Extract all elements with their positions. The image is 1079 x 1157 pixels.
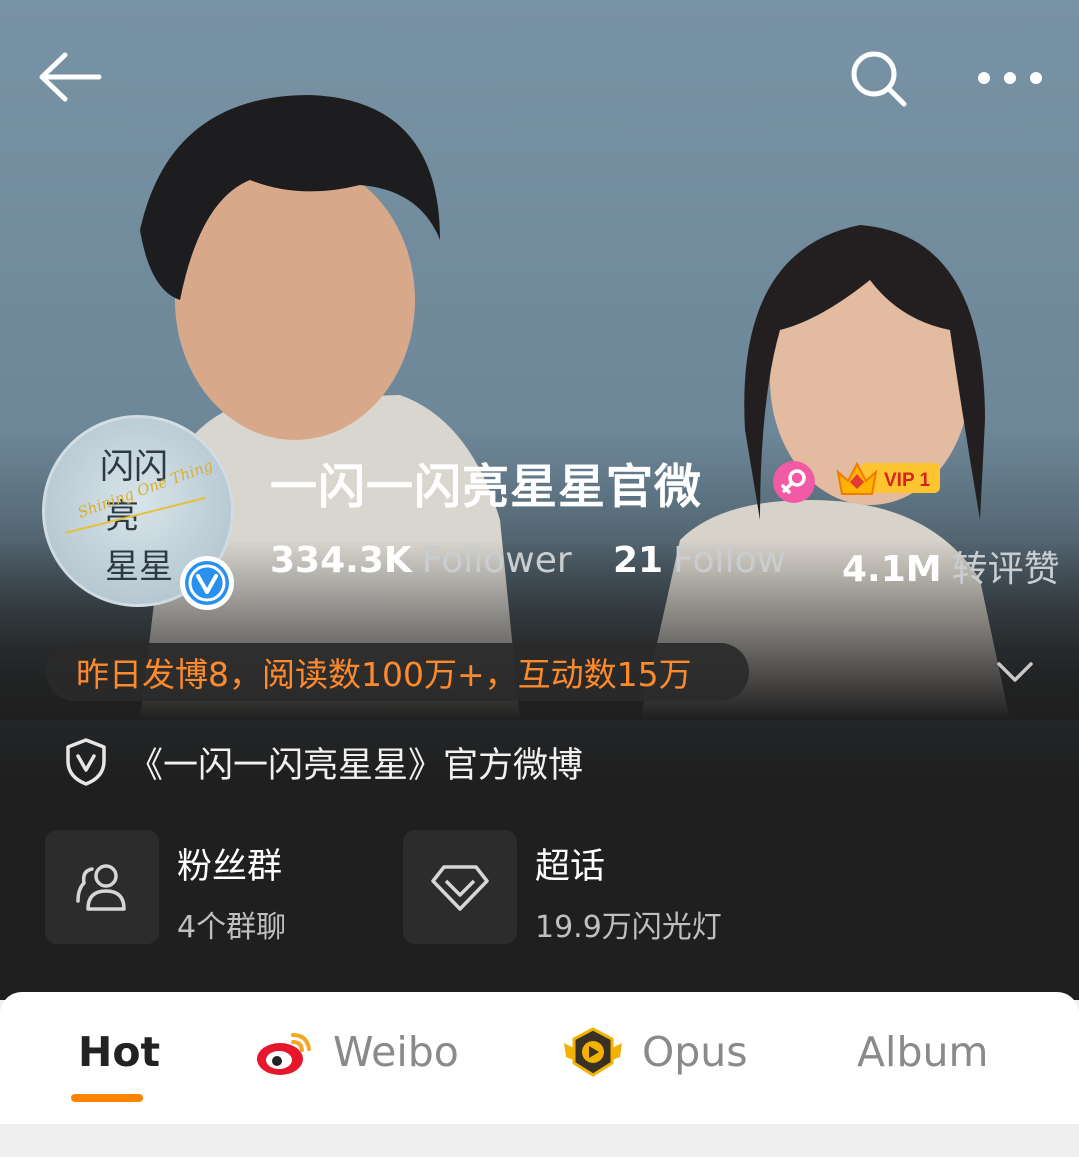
super-topic-subtitle: 19.9万闪光灯 bbox=[535, 910, 722, 945]
following-count: 21 bbox=[613, 540, 664, 581]
active-tab-indicator bbox=[71, 1094, 143, 1102]
fan-group-title: 粉丝群 bbox=[177, 847, 283, 887]
tab-weibo-label: Weibo bbox=[333, 1028, 459, 1076]
fan-group-card[interactable]: 粉丝群 4个群聊 bbox=[45, 830, 365, 946]
activity-banner[interactable]: 昨日发博8，阅读数100万+，互动数15万 bbox=[46, 643, 749, 701]
verified-v-icon bbox=[185, 561, 229, 605]
svg-text:VIP 1: VIP 1 bbox=[884, 470, 931, 491]
interactions-stat[interactable]: 4.1M 转评赞 bbox=[842, 540, 1060, 592]
tab-opus[interactable]: Opus bbox=[562, 1022, 748, 1082]
followers-stat[interactable]: 334.3K Follower bbox=[270, 540, 572, 581]
diamond-icon bbox=[431, 865, 489, 911]
weibo-logo-icon bbox=[257, 1033, 311, 1075]
bio-text: 《一闪一闪亮星星》官方微博 bbox=[128, 745, 584, 786]
super-topic-title: 超话 bbox=[535, 847, 606, 887]
fan-group-subtitle: 4个群聊 bbox=[177, 910, 287, 945]
followers-count: 334.3K bbox=[270, 540, 412, 581]
profile-name: 一闪一闪亮星星官微 bbox=[270, 460, 702, 515]
activity-text: 昨日发博8，阅读数100万+，互动数15万 bbox=[76, 655, 692, 694]
vip-badge[interactable]: VIP 1 bbox=[834, 456, 942, 500]
more-horizontal-icon bbox=[978, 72, 1042, 84]
expand-button[interactable] bbox=[990, 650, 1040, 694]
content-tab-bar: Hot Weibo Opus Album bbox=[0, 992, 1079, 1124]
super-topic-icon-box bbox=[403, 830, 517, 944]
play-badge-icon bbox=[564, 1027, 622, 1077]
verified-badge bbox=[180, 556, 234, 610]
following-stat[interactable]: 21 Follow bbox=[613, 540, 786, 581]
super-topic-card[interactable]: 超话 19.9万闪光灯 bbox=[403, 830, 763, 946]
tab-hot[interactable]: Hot bbox=[78, 1022, 160, 1082]
people-group-icon bbox=[76, 864, 126, 911]
chevron-down-icon bbox=[997, 662, 1033, 682]
tab-album[interactable]: Album bbox=[857, 1022, 988, 1082]
shield-v-icon bbox=[66, 738, 106, 786]
tab-opus-label: Opus bbox=[642, 1028, 748, 1076]
search-icon bbox=[851, 51, 907, 107]
following-label: Follow bbox=[673, 540, 787, 581]
interactions-count: 4.1M bbox=[842, 549, 942, 590]
followers-label: Follower bbox=[421, 540, 572, 581]
svg-text:星星: 星星 bbox=[105, 547, 173, 587]
bio-row: 《一闪一闪亮星星》官方微博 bbox=[64, 735, 583, 789]
feed-area-top bbox=[0, 1124, 1079, 1157]
interactions-label: 转评赞 bbox=[951, 549, 1060, 590]
more-options-button[interactable] bbox=[968, 50, 1052, 106]
tab-hot-label: Hot bbox=[78, 1028, 161, 1076]
search-button[interactable] bbox=[840, 40, 918, 118]
tab-album-label: Album bbox=[857, 1028, 989, 1076]
arrow-left-icon bbox=[39, 52, 102, 102]
female-icon bbox=[773, 461, 815, 503]
back-button[interactable] bbox=[30, 45, 110, 109]
fan-group-icon-box bbox=[45, 830, 159, 944]
tab-weibo[interactable]: Weibo bbox=[255, 1022, 459, 1082]
